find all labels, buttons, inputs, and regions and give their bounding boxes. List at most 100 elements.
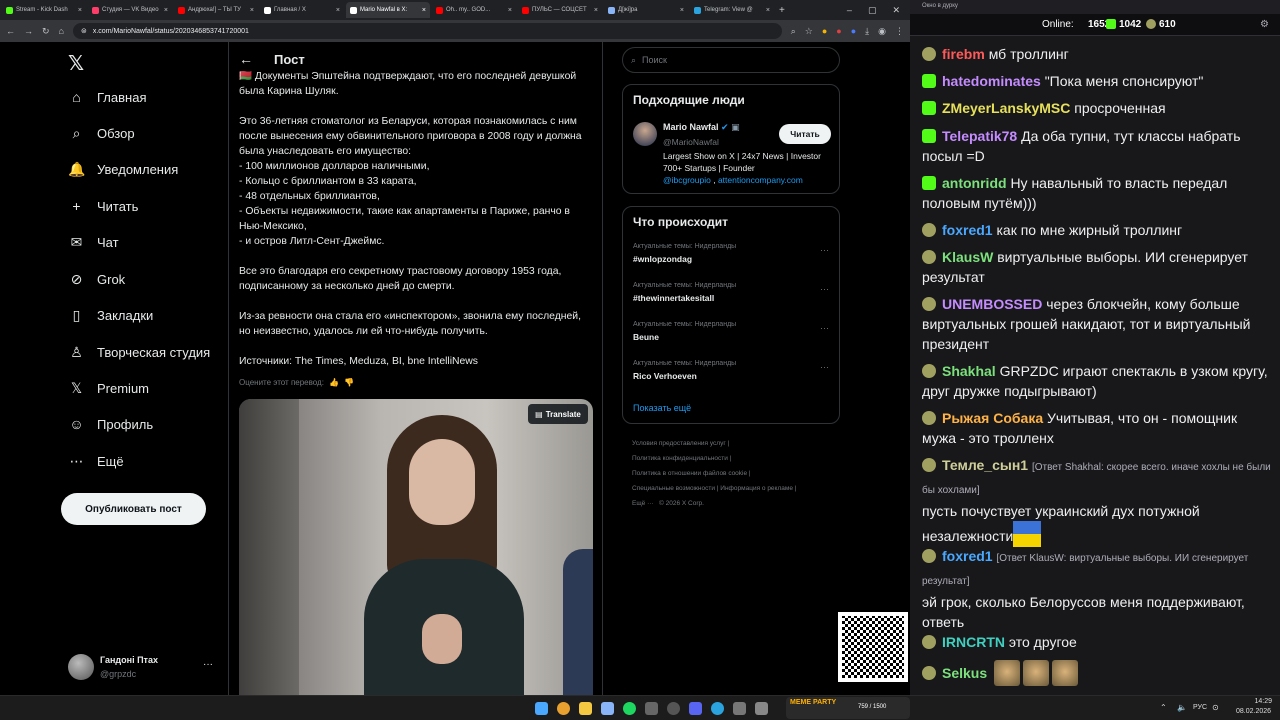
start-icon[interactable]: [535, 702, 548, 715]
more-icon[interactable]: ···: [203, 659, 213, 670]
browser-tab[interactable]: Mario Nawfal в X: ×: [346, 2, 430, 18]
trend-more-icon[interactable]: ···: [820, 362, 829, 372]
chat-username[interactable]: Темле_сын1: [942, 457, 1028, 473]
footer-link[interactable]: Специальные возможности: [632, 485, 715, 492]
url-text[interactable]: x.com/MarioNawfal/status/202034685374172…: [93, 28, 249, 35]
language-indicator[interactable]: РУС: [1193, 704, 1207, 711]
browser-tab[interactable]: Студия — VK Видео ×: [88, 2, 172, 18]
x-logo-icon[interactable]: 𝕏: [68, 51, 84, 76]
back-arrow-icon[interactable]: ←: [239, 51, 253, 67]
browser-tab[interactable]: ПУЛЬС — СОЦСЕТ ×: [518, 2, 602, 18]
volume-icon[interactable]: 🔈: [1177, 703, 1187, 712]
profile-name[interactable]: Гандоні Птах: [100, 655, 158, 665]
nav-item[interactable]: 🔔 Уведомления: [68, 161, 178, 178]
maximize-icon[interactable]: ▢: [868, 5, 877, 16]
translate-button[interactable]: ▤ Translate: [528, 404, 588, 424]
nav-item[interactable]: ✉ Чат: [68, 234, 119, 251]
footer-link[interactable]: Политика в отношении файлов cookie: [632, 470, 747, 477]
nav-item[interactable]: 𝕏 Premium: [68, 380, 149, 397]
close-window-icon[interactable]: ✕: [892, 5, 900, 16]
home-icon[interactable]: ⌂: [59, 26, 64, 36]
trend-item[interactable]: Актуальные темы: Нидерланды Beune ···: [633, 321, 829, 342]
follow-button[interactable]: Читать: [779, 124, 831, 144]
browser-tab[interactable]: Telegram: View @ ×: [690, 2, 774, 18]
downloads-icon[interactable]: ⤓: [865, 26, 869, 37]
trend-more-icon[interactable]: ···: [820, 245, 829, 255]
trend-item[interactable]: Актуальные темы: Нидерланды #thewinnertak…: [633, 282, 829, 303]
clock-time[interactable]: 14:29: [1242, 698, 1272, 705]
address-bar[interactable]: ⊜ x.com/MarioNawfal/status/2020346853741…: [72, 23, 782, 39]
chat-username[interactable]: UNEMBOSSED: [942, 296, 1042, 312]
site-info-icon[interactable]: ⊜: [81, 27, 87, 35]
nav-item[interactable]: ⌂ Главная: [68, 89, 146, 105]
search-input[interactable]: ⌕ Поиск: [622, 47, 840, 73]
avatar[interactable]: [68, 654, 94, 680]
chat-username[interactable]: Telepatik78: [942, 128, 1017, 144]
close-tab-icon[interactable]: ×: [336, 7, 340, 14]
footer-link[interactable]: Информация о рекламе: [720, 485, 793, 492]
suggested-user-name[interactable]: Mario Nawfal: [663, 122, 719, 132]
close-tab-icon[interactable]: ×: [508, 7, 512, 14]
footer-link[interactable]: Условия предоставления услуг: [632, 440, 726, 447]
chat-username[interactable]: Shakhal: [942, 363, 996, 379]
browser-tab[interactable]: Андрюха!] – ТЫ ТУ ×: [174, 2, 258, 18]
nav-item[interactable]: ⋯ Ещё: [68, 453, 124, 470]
app-icon[interactable]: [645, 702, 658, 715]
nav-item[interactable]: ⊘ Grok: [68, 271, 126, 288]
publish-post-button[interactable]: Опубликовать пост: [61, 493, 206, 525]
profile-handle[interactable]: @grpzdc: [100, 669, 136, 679]
bio-link[interactable]: attentioncompany.com: [718, 175, 803, 185]
trend-item[interactable]: Актуальные темы: Нидерланды Rico Verhoeve…: [633, 360, 829, 381]
network-icon[interactable]: ⊙: [1212, 703, 1219, 712]
obs-icon[interactable]: [667, 702, 680, 715]
tray-chevron-icon[interactable]: ⌃: [1160, 703, 1167, 712]
chat-username[interactable]: firebm: [942, 46, 985, 62]
footer-link[interactable]: Политика конфиденциальности: [632, 455, 728, 462]
trend-more-icon[interactable]: ···: [820, 323, 829, 333]
close-tab-icon[interactable]: ×: [250, 7, 254, 14]
nav-item[interactable]: + Читать: [68, 198, 138, 214]
extension-icon[interactable]: ●: [822, 26, 827, 36]
settings-icon[interactable]: ⚙: [1260, 19, 1269, 30]
reload-icon[interactable]: ↻: [42, 26, 50, 37]
app-icon[interactable]: [755, 702, 768, 715]
chat-username[interactable]: ZMeyerLanskyMSC: [942, 100, 1070, 116]
zoom-icon[interactable]: ⌕: [791, 26, 796, 37]
chat-username[interactable]: Selkus: [942, 665, 987, 681]
app-icon[interactable]: [733, 702, 746, 715]
nav-item[interactable]: ♙ Творческая студия: [68, 344, 210, 361]
nav-item[interactable]: ▯ Закладки: [68, 307, 154, 324]
chat-username[interactable]: foxred1: [942, 548, 993, 564]
close-tab-icon[interactable]: ×: [422, 7, 426, 14]
discord-icon[interactable]: [689, 702, 702, 715]
close-tab-icon[interactable]: ×: [164, 7, 168, 14]
back-icon[interactable]: ←: [6, 26, 15, 36]
extension-icon[interactable]: ●: [851, 26, 856, 36]
close-tab-icon[interactable]: ×: [680, 7, 684, 14]
post-image[interactable]: ▤ Translate: [239, 399, 593, 695]
close-tab-icon[interactable]: ×: [78, 7, 82, 14]
nav-item[interactable]: ⌕ Обзор: [68, 125, 135, 142]
browser-tab[interactable]: Stream - Kick Dash ×: [2, 2, 86, 18]
menu-icon[interactable]: ⋮: [895, 26, 904, 37]
bookmark-star-icon[interactable]: ☆: [805, 26, 813, 37]
show-more-link[interactable]: Показать ещё: [633, 403, 691, 413]
nav-item[interactable]: ☺ Профиль: [68, 416, 153, 432]
browser-tab[interactable]: Oh.. my.. GOD... ×: [432, 2, 516, 18]
chat-username[interactable]: foxred1: [942, 222, 993, 238]
chat-username[interactable]: IRNCRTN: [942, 634, 1005, 650]
chrome-icon[interactable]: [557, 702, 570, 715]
telegram-icon[interactable]: [711, 702, 724, 715]
bio-link[interactable]: @ibcgroupio: [663, 175, 711, 185]
extension-icon[interactable]: ●: [836, 26, 841, 36]
browser-tab[interactable]: Главная / X ×: [260, 2, 344, 18]
avatar[interactable]: [633, 122, 657, 146]
trend-more-icon[interactable]: ···: [820, 284, 829, 294]
minimize-icon[interactable]: –: [847, 5, 852, 16]
steam-icon[interactable]: [601, 702, 614, 715]
browser-tab[interactable]: Д[жi]ра ×: [604, 2, 688, 18]
trend-item[interactable]: Актуальные темы: Нидерланды #wnlopzondag ·…: [633, 243, 829, 264]
explorer-icon[interactable]: [579, 702, 592, 715]
close-tab-icon[interactable]: ×: [766, 7, 770, 14]
footer-link[interactable]: Ещё ···: [632, 500, 654, 507]
